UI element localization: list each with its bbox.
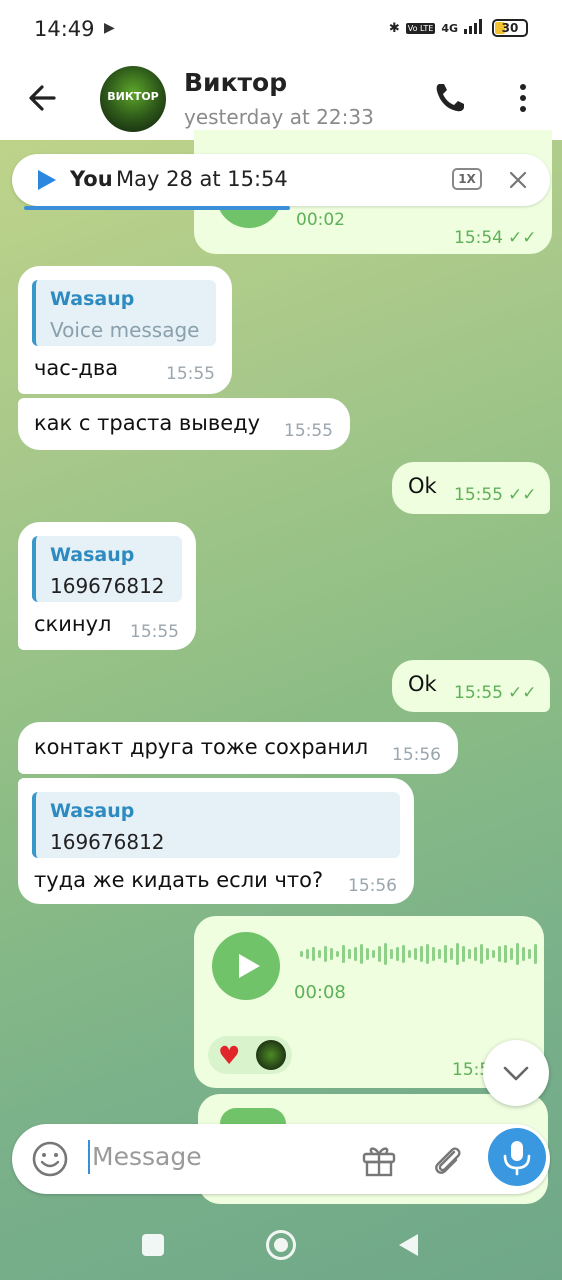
message-time: 15:55 <box>454 683 503 703</box>
recent-apps-button[interactable] <box>142 1234 164 1256</box>
message-time: 15:55 <box>284 421 333 441</box>
reaction-avatar <box>256 1040 286 1070</box>
reply-sender: Wasaup <box>50 800 135 822</box>
reply-preview[interactable]: Wasaup 169676812 <box>32 536 182 602</box>
message-input[interactable]: Message <box>92 1142 202 1171</box>
scroll-to-bottom-button[interactable] <box>483 1040 549 1106</box>
message-in[interactable]: Wasaup 169676812 скинул 15:55 <box>18 522 196 650</box>
reply-preview[interactable]: Wasaup Voice message <box>32 280 216 346</box>
voice-play-button[interactable] <box>220 1108 286 1124</box>
message-text: час-два <box>34 356 119 380</box>
network-label: 4G <box>441 21 458 35</box>
message-text: Ok <box>408 474 437 498</box>
heart-reaction-icon[interactable]: ♥ <box>218 1041 240 1070</box>
message-in[interactable]: контакт друга тоже сохранил 15:56 <box>18 722 458 774</box>
pinned-progress <box>24 206 290 210</box>
message-time: 15:56 <box>392 745 441 765</box>
bluetooth-icon: ✱ <box>388 20 400 36</box>
signal-icon <box>464 18 486 38</box>
reactions[interactable]: ♥ <box>208 1036 292 1074</box>
status-bar: 14:49 ▶ ✱ Vo LTE 4G 30 <box>0 0 562 58</box>
avatar-label: ВИКТОР <box>107 90 159 103</box>
message-time: 15:55 <box>166 364 215 384</box>
message-in[interactable]: Wasaup 169676812 туда же кидать если что… <box>18 778 414 904</box>
status-time: 14:49 <box>34 17 95 41</box>
back-arrow-icon <box>29 85 56 111</box>
more-menu-button[interactable] <box>512 80 534 116</box>
double-check-icon: ✓✓ <box>508 485 537 505</box>
attach-icon[interactable] <box>428 1140 466 1178</box>
message-in[interactable]: как с траста выведу 15:55 <box>18 398 350 450</box>
voice-duration: 00:02 <box>296 210 345 230</box>
message-out[interactable]: Ok 15:55 ✓✓ <box>392 660 550 712</box>
message-time: 15:55 <box>130 622 179 642</box>
message-text: Ok <box>408 672 437 696</box>
reply-preview[interactable]: Wasaup 169676812 <box>32 792 400 858</box>
message-text: скинул <box>34 612 112 636</box>
close-icon[interactable] <box>508 170 528 190</box>
back-button[interactable] <box>24 78 64 118</box>
gift-icon[interactable] <box>360 1140 398 1178</box>
chevron-down-icon <box>503 1066 529 1081</box>
last-seen: yesterday at 22:33 <box>184 105 374 129</box>
reply-text: 169676812 <box>50 830 165 854</box>
chat-header: ВИКТОР Виктор yesterday at 22:33 <box>0 58 562 140</box>
message-in[interactable]: Wasaup Voice message час-два 15:55 <box>18 266 232 394</box>
reply-sender: Wasaup <box>50 544 135 566</box>
message-input-bar: Message <box>12 1124 550 1194</box>
pinned-sender: You <box>70 167 113 191</box>
play-icon[interactable] <box>34 168 58 192</box>
reply-text: Voice message <box>50 318 200 342</box>
microphone-icon <box>503 1141 531 1176</box>
message-time: 15:55 <box>454 485 503 505</box>
voice-play-button[interactable] <box>212 932 280 1000</box>
voice-record-button[interactable] <box>488 1128 546 1186</box>
avatar[interactable]: ВИКТОР <box>100 66 166 132</box>
emoji-icon[interactable] <box>30 1139 70 1179</box>
double-check-icon: ✓✓ <box>508 228 537 248</box>
message-time: 15:54 <box>454 228 503 248</box>
play-status-icon: ▶ <box>104 20 115 36</box>
play-icon <box>239 954 260 978</box>
status-icons: ✱ Vo LTE 4G 30 <box>389 18 528 38</box>
call-button[interactable] <box>432 80 468 116</box>
voice-waveform[interactable] <box>300 942 537 966</box>
playback-speed-button[interactable]: 1X <box>452 168 482 190</box>
message-text: туда же кидать если что? <box>34 868 324 892</box>
chat-title[interactable]: Виктор <box>184 68 287 97</box>
double-check-icon: ✓✓ <box>508 683 537 703</box>
home-button[interactable] <box>266 1230 296 1260</box>
volte-icon: Vo LTE <box>405 22 436 34</box>
text-caret <box>88 1140 90 1174</box>
reply-sender: Wasaup <box>50 288 135 310</box>
back-nav-icon[interactable] <box>396 1232 420 1258</box>
pinned-date: May 28 at 15:54 <box>116 167 288 191</box>
pinned-audio-bar[interactable]: You May 28 at 15:54 1X <box>12 154 550 210</box>
voice-duration: 00:08 <box>294 982 346 1003</box>
message-time: 15:56 <box>348 876 397 896</box>
message-text: как с траста выведу <box>34 411 261 435</box>
system-nav-bar <box>0 1210 562 1280</box>
more-vertical-icon <box>520 84 526 112</box>
message-text: контакт друга тоже сохранил <box>34 735 369 759</box>
message-out[interactable]: Ok 15:55 ✓✓ <box>392 462 550 514</box>
battery-icon: 30 <box>492 19 528 37</box>
phone-icon <box>436 84 464 112</box>
reply-text: 169676812 <box>50 574 165 598</box>
